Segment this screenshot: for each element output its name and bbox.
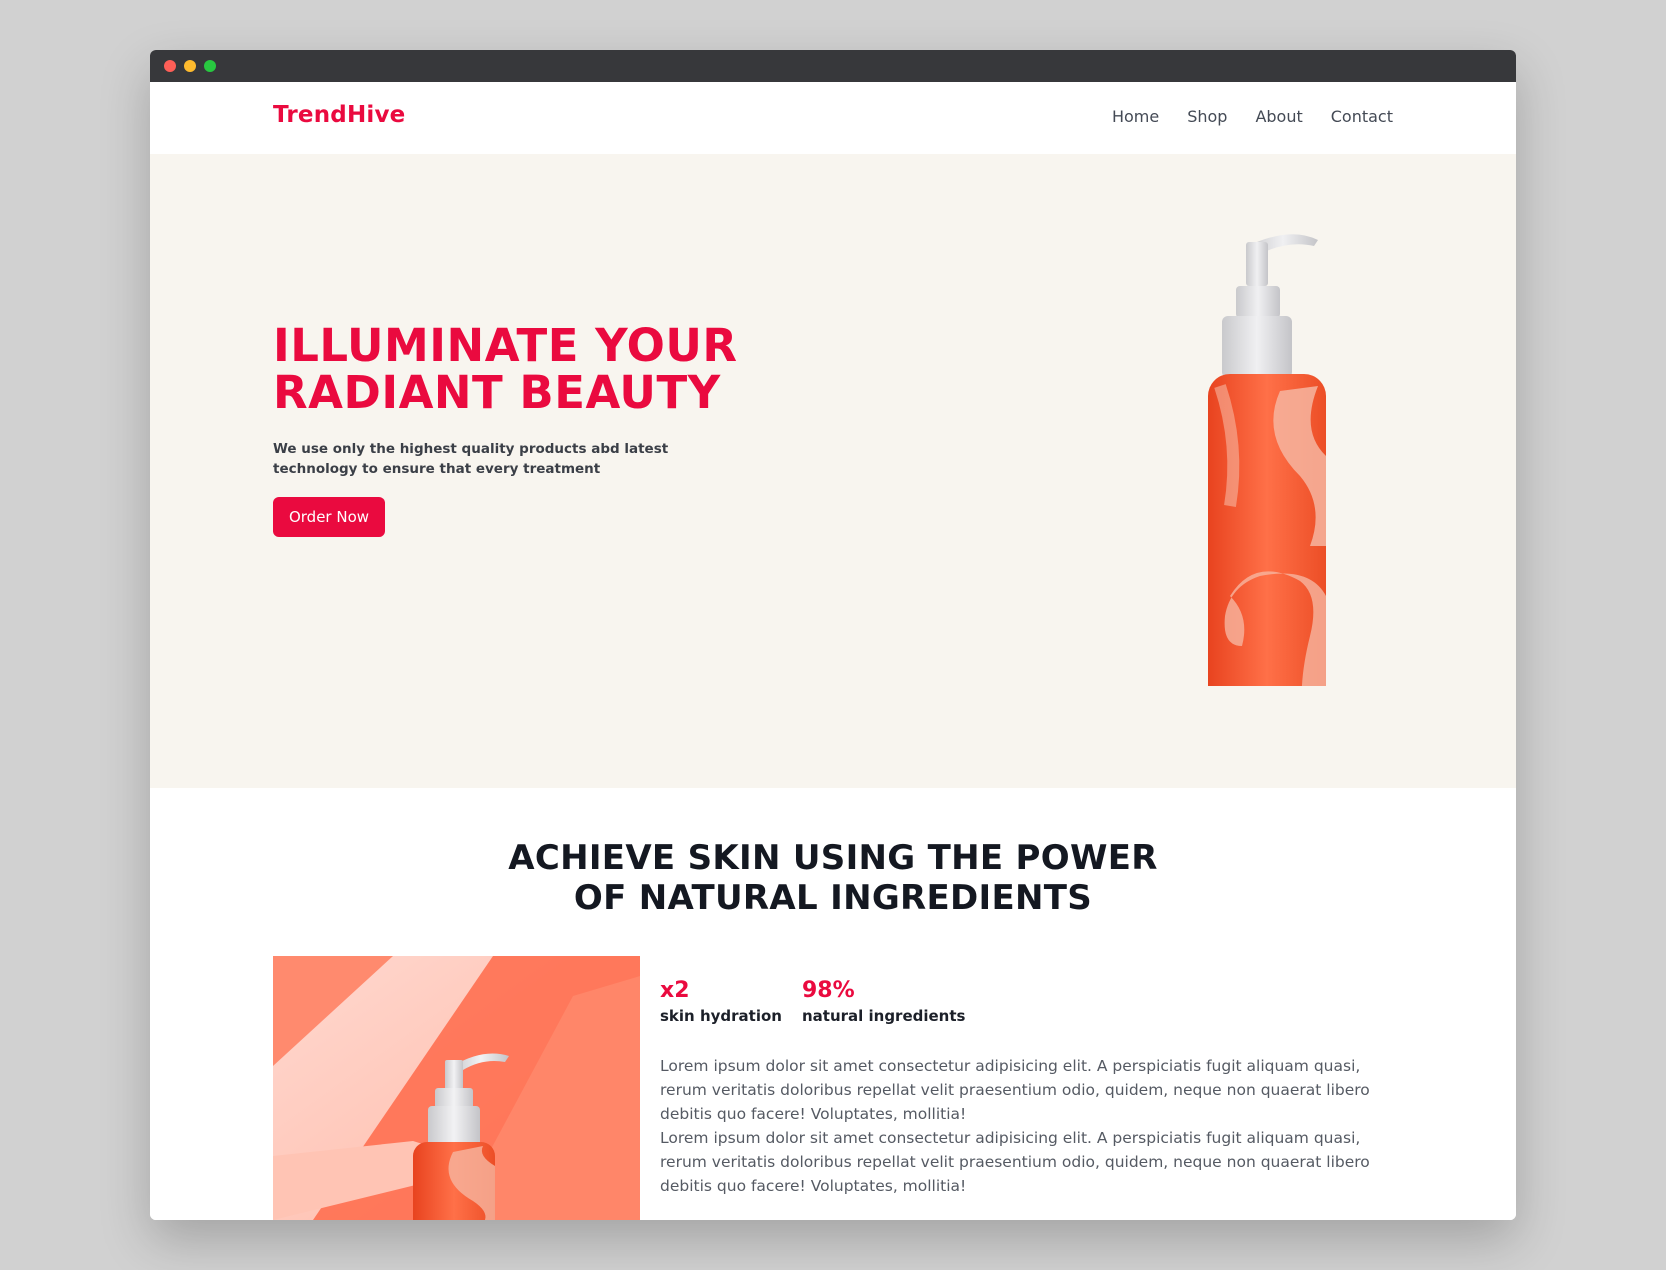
stat-item: 98% natural ingredients bbox=[802, 978, 966, 1025]
feature-title-line1: ACHIEVE SKIN USING THE POWER bbox=[508, 838, 1158, 878]
browser-window: TrendHive Home Shop About Contact ILLUMI… bbox=[150, 50, 1516, 1220]
window-titlebar bbox=[150, 50, 1516, 82]
hero-title-line1: ILLUMINATE YOUR bbox=[273, 319, 738, 372]
minimize-window-button[interactable] bbox=[184, 60, 196, 72]
stat-label: natural ingredients bbox=[801, 1007, 966, 1025]
feature-paragraph: Lorem ipsum dolor sit amet consectetur a… bbox=[660, 1129, 1370, 1195]
feature-paragraph: Lorem ipsum dolor sit amet consectetur a… bbox=[660, 1057, 1370, 1123]
brand-logo[interactable]: TrendHive bbox=[273, 102, 405, 128]
hero-title: ILLUMINATE YOUR RADIANT BEAUTY bbox=[273, 322, 793, 416]
stat-item: x2 skin hydration bbox=[660, 978, 782, 1025]
stat-value: 98% bbox=[801, 978, 855, 1003]
site-header: TrendHive Home Shop About Contact bbox=[150, 82, 1516, 154]
nav-link-shop[interactable]: Shop bbox=[1187, 107, 1227, 126]
nav-link-home[interactable]: Home bbox=[1112, 107, 1159, 126]
hero-title-line2: RADIANT BEAUTY bbox=[273, 366, 721, 419]
hero-section: ILLUMINATE YOUR RADIANT BEAUTY We use on… bbox=[150, 154, 1516, 788]
feature-product-image bbox=[273, 956, 640, 1220]
stat-label: skin hydration bbox=[660, 1007, 782, 1025]
close-window-button[interactable] bbox=[164, 60, 176, 72]
stat-value: x2 bbox=[660, 978, 690, 1003]
main-nav: Home Shop About Contact bbox=[1112, 107, 1393, 126]
nav-link-contact[interactable]: Contact bbox=[1331, 107, 1393, 126]
feature-title: ACHIEVE SKIN USING THE POWER OF NATURAL … bbox=[150, 838, 1516, 918]
order-now-button[interactable]: Order Now bbox=[273, 497, 385, 537]
stats-row: x2 skin hydration 98% natural ingredient… bbox=[660, 978, 965, 1025]
feature-title-line2: OF NATURAL INGREDIENTS bbox=[573, 878, 1093, 918]
maximize-window-button[interactable] bbox=[204, 60, 216, 72]
hero-subtitle: We use only the highest quality products… bbox=[273, 441, 669, 477]
nav-link-about[interactable]: About bbox=[1255, 107, 1302, 126]
hero-product-image bbox=[1208, 234, 1326, 686]
feature-section: ACHIEVE SKIN USING THE POWER OF NATURAL … bbox=[150, 788, 1516, 1220]
feature-description: Lorem ipsum dolor sit amet consectetur a… bbox=[660, 1054, 1400, 1198]
